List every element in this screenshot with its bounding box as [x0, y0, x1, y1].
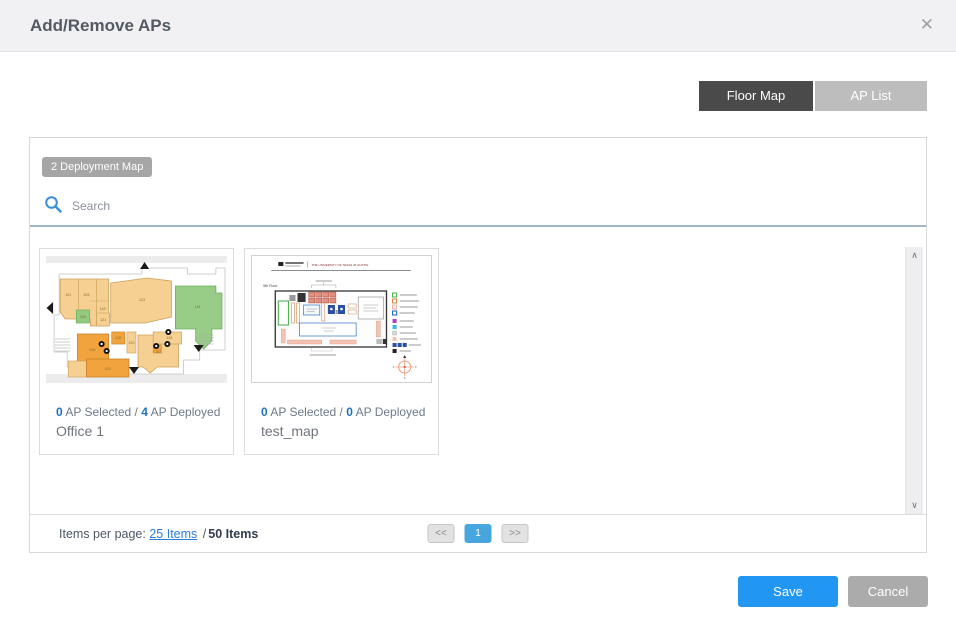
svg-text:141: 141 — [195, 305, 201, 309]
svg-text:101: 101 — [65, 293, 71, 297]
dialog-header: Add/Remove APs ✕ — [0, 0, 956, 52]
scroll-up-icon[interactable]: ∧ — [906, 250, 923, 261]
pagination-bar: Items per page: 25 Items /50 Items << 1 … — [30, 514, 926, 552]
svg-text:102: 102 — [105, 367, 111, 371]
tab-ap-list[interactable]: AP List — [815, 81, 927, 111]
scroll-down-icon[interactable]: ∨ — [906, 500, 923, 511]
items-per-page-label: Items per page: — [59, 527, 146, 541]
search-bar — [30, 186, 926, 227]
deployed-count: 0 — [346, 405, 353, 419]
map-name: Office 1 — [56, 423, 233, 439]
ap-stats: 0 AP Selected / 0 AP Deployed — [261, 405, 438, 419]
floor-map-panel: 2 Deployment Map — [29, 137, 927, 553]
svg-text:119: 119 — [100, 307, 106, 311]
page-title: Add/Remove APs — [30, 0, 171, 51]
selected-count: 0 — [261, 405, 268, 419]
floor-plan-thumbnail: THE UNIVERSITY OF TEXAS AT AUSTIN 5th Fl… — [251, 255, 432, 383]
svg-text:121: 121 — [100, 318, 106, 322]
map-name: test_map — [261, 423, 438, 439]
close-icon[interactable]: ✕ — [920, 15, 934, 35]
svg-text:120: 120 — [128, 341, 134, 345]
save-button[interactable]: Save — [738, 576, 838, 607]
svg-text:118: 118 — [115, 336, 121, 340]
card-caption: 0 AP Selected / 0 AP Deployed test_map — [261, 405, 438, 439]
view-tabs: Floor Map AP List — [699, 81, 927, 111]
svg-text:103: 103 — [80, 315, 86, 319]
total-items: 50 Items — [208, 527, 258, 541]
svg-text:THE UNIVERSITY OF TEXAS AT AUS: THE UNIVERSITY OF TEXAS AT AUSTIN — [312, 263, 369, 267]
svg-text:122: 122 — [155, 350, 161, 354]
maps-list: 101 105 119 103 121 123 141 106 118 120 … — [30, 227, 926, 517]
next-page-button[interactable]: >> — [502, 524, 529, 543]
cancel-button[interactable]: Cancel — [848, 576, 928, 607]
selected-count: 0 — [56, 405, 63, 419]
pager: << 1 >> — [428, 524, 529, 543]
card-caption: 0 AP Selected / 4 AP Deployed Office 1 — [56, 405, 233, 439]
prev-page-button[interactable]: << — [428, 524, 455, 543]
tab-floor-map[interactable]: Floor Map — [699, 81, 813, 111]
page-size-link[interactable]: 25 Items — [149, 527, 197, 541]
svg-text:123: 123 — [139, 298, 145, 302]
map-card-office-1[interactable]: 101 105 119 103 121 123 141 106 118 120 … — [39, 248, 234, 455]
deployment-map-count-badge: 2 Deployment Map — [42, 157, 152, 177]
svg-text:5th Floor: 5th Floor — [263, 284, 278, 288]
floor-plan-thumbnail: 101 105 119 103 121 123 141 106 118 120 … — [46, 255, 227, 383]
current-page-button[interactable]: 1 — [465, 524, 492, 543]
search-input[interactable] — [70, 193, 474, 219]
search-icon — [44, 195, 63, 214]
svg-text:124: 124 — [166, 336, 172, 340]
deployed-count: 4 — [141, 405, 148, 419]
ap-stats: 0 AP Selected / 4 AP Deployed — [56, 405, 233, 419]
svg-text:106: 106 — [89, 348, 95, 352]
map-card-test-map[interactable]: THE UNIVERSITY OF TEXAS AT AUSTIN 5th Fl… — [244, 248, 439, 455]
vertical-scrollbar[interactable]: ∧ ∨ — [905, 247, 923, 514]
svg-text:105: 105 — [83, 293, 89, 297]
items-per-page: Items per page: 25 Items /50 Items — [59, 527, 258, 541]
